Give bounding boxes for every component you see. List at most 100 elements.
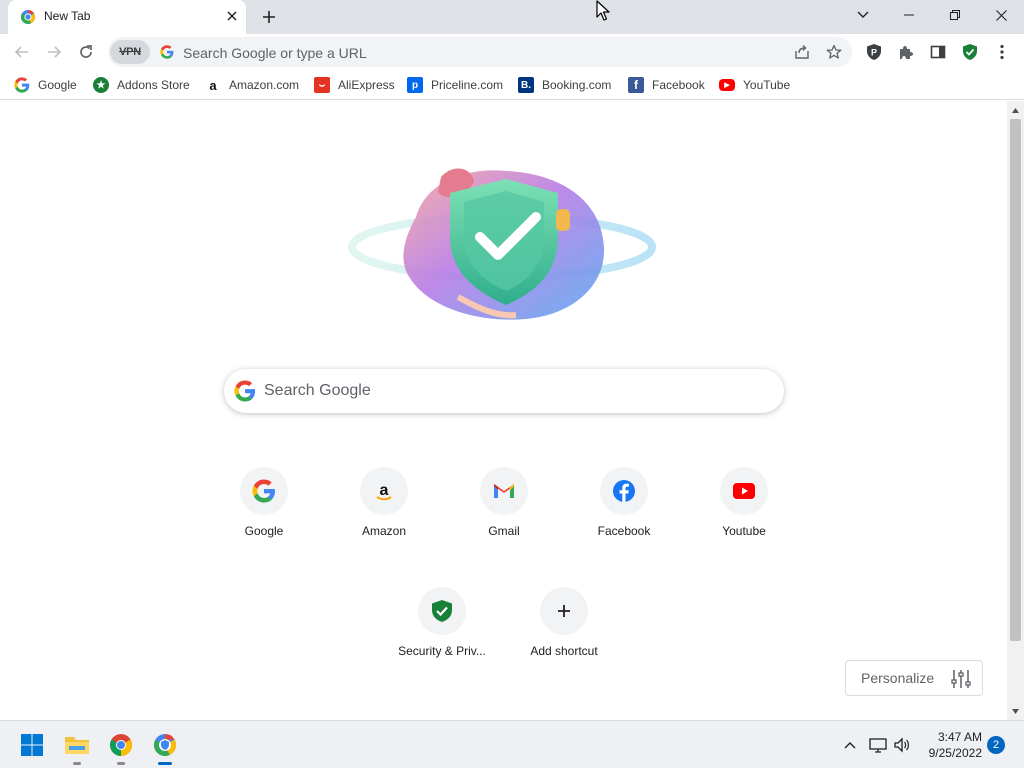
- bookmark-addons-store[interactable]: ★ Addons Store: [93, 76, 190, 94]
- shield-p-icon: P: [867, 44, 881, 60]
- youtube-icon: [733, 483, 755, 499]
- shortcut-label: Gmail: [488, 524, 520, 538]
- aliexpress-icon: ⌣: [314, 77, 330, 93]
- tab-title: New Tab: [44, 9, 91, 23]
- bookmark-booking[interactable]: B. Booking.com: [518, 76, 611, 94]
- bookmark-label: YouTube: [743, 78, 791, 92]
- shortcut-facebook[interactable]: Facebook: [568, 467, 680, 567]
- google-icon: [234, 380, 256, 402]
- bookmark-label: Priceline.com: [431, 78, 504, 92]
- new-tab-button[interactable]: [256, 5, 282, 29]
- forward-icon: [48, 46, 62, 58]
- shortcut-amazon[interactable]: a Amazon: [328, 467, 440, 567]
- amazon-icon: a: [376, 482, 392, 501]
- scroll-down-arrow-icon[interactable]: [1007, 704, 1024, 718]
- chrome-icon[interactable]: [105, 729, 137, 765]
- priceline-icon: p: [407, 77, 423, 93]
- file-explorer-icon[interactable]: [61, 729, 93, 765]
- bookmark-label: Facebook: [652, 78, 705, 92]
- bookmarks-bar: Google ★ Addons Store a Amazon.com ⌣ Ali…: [0, 70, 1024, 100]
- clock-date: 9/25/2022: [928, 746, 982, 760]
- vpn-label: VPN: [119, 46, 141, 58]
- close-icon[interactable]: [222, 6, 242, 26]
- volume-icon[interactable]: [892, 735, 912, 755]
- system-clock[interactable]: 3:47 AM 9/25/2022: [916, 729, 982, 761]
- close-window-button[interactable]: [978, 0, 1024, 30]
- scroll-up-arrow-icon[interactable]: [1007, 103, 1024, 117]
- mouse-cursor-icon: [596, 0, 610, 21]
- shortcut-security-privacy[interactable]: Security & Priv...: [386, 587, 498, 687]
- active-indicator: [158, 762, 172, 765]
- tab-strip: New Tab: [0, 0, 1024, 34]
- minimize-icon: [904, 14, 914, 16]
- notification-badge[interactable]: 2: [987, 736, 1005, 754]
- scrollbar[interactable]: [1007, 101, 1024, 720]
- shortcut-label: Facebook: [597, 524, 651, 538]
- shortcut-gmail[interactable]: Gmail: [448, 467, 560, 567]
- security-shield-icon: [963, 44, 977, 60]
- booking-icon: B.: [518, 77, 534, 93]
- shield-p-extension[interactable]: P: [860, 38, 888, 66]
- chevron-up-icon[interactable]: [840, 735, 860, 755]
- clock-time: 3:47 AM: [937, 730, 982, 744]
- windows-start-icon[interactable]: [16, 729, 48, 761]
- facebook-icon: f: [628, 77, 644, 93]
- menu-button[interactable]: [988, 38, 1016, 66]
- search-box[interactable]: Search Google: [224, 369, 784, 413]
- shortcut-icon-wrap: [720, 467, 768, 515]
- running-indicator: [73, 762, 81, 765]
- omnibox-placeholder: Search Google or type a URL: [183, 45, 367, 61]
- add-shortcut-button[interactable]: Add shortcut: [508, 587, 620, 687]
- shortcut-label: Youtube: [722, 524, 766, 538]
- extensions-button[interactable]: [892, 38, 920, 66]
- restore-icon: [950, 10, 960, 20]
- minimize-button[interactable]: [886, 0, 932, 30]
- star-icon[interactable]: [824, 42, 844, 62]
- network-icon[interactable]: [868, 735, 888, 755]
- bookmark-label: AliExpress: [338, 78, 395, 92]
- shortcut-label: Amazon: [361, 524, 407, 538]
- forward-button[interactable]: [40, 38, 68, 66]
- scroll-thumb[interactable]: [1010, 119, 1021, 641]
- restore-button[interactable]: [932, 0, 978, 30]
- personalize-button[interactable]: Personalize: [845, 660, 983, 696]
- search-placeholder: Search Google: [264, 382, 371, 399]
- back-icon: [14, 46, 28, 58]
- svg-text:a: a: [380, 482, 389, 499]
- browser-icon[interactable]: [149, 729, 181, 765]
- bookmark-aliexpress[interactable]: ⌣ AliExpress: [314, 76, 395, 94]
- bookmark-priceline[interactable]: p Priceline.com: [407, 76, 503, 94]
- tab-new-tab[interactable]: New Tab: [8, 0, 246, 34]
- omnibox[interactable]: VPN Search Google or type a URL: [108, 37, 852, 67]
- side-panel-button[interactable]: [924, 38, 952, 66]
- plus-icon: [263, 11, 275, 23]
- bookmark-facebook[interactable]: f Facebook: [628, 76, 705, 94]
- personalize-label: Personalize: [861, 670, 935, 686]
- vpn-button[interactable]: VPN: [110, 40, 150, 64]
- shortcut-youtube[interactable]: Youtube: [688, 467, 800, 567]
- security-shield-icon: [432, 600, 452, 622]
- bookmark-label: Addons Store: [117, 78, 190, 92]
- share-icon[interactable]: [792, 42, 812, 62]
- youtube-icon: ▶: [719, 79, 735, 91]
- shortcut-icon-wrap: a: [360, 467, 408, 515]
- shortcut-google[interactable]: Google: [208, 467, 320, 567]
- facebook-icon: [613, 480, 635, 502]
- sliders-icon: [951, 670, 971, 688]
- gmail-icon: [494, 484, 514, 498]
- taskbar: 3:47 AM 9/25/2022 2: [0, 720, 1024, 768]
- running-indicator: [117, 762, 125, 765]
- bookmark-google[interactable]: Google: [14, 76, 77, 94]
- bookmark-label: Amazon.com: [229, 78, 300, 92]
- security-illustration: [348, 168, 656, 320]
- security-extension[interactable]: [956, 38, 984, 66]
- side-panel-icon: [930, 45, 946, 59]
- reload-button[interactable]: [72, 38, 100, 66]
- close-icon: [995, 9, 1007, 21]
- toolbar: VPN Search Google or type a URL P: [0, 34, 1024, 70]
- bookmark-amazon[interactable]: a Amazon.com: [205, 76, 299, 94]
- back-button[interactable]: [8, 38, 36, 66]
- tab-search-button[interactable]: [840, 0, 886, 30]
- bookmark-youtube[interactable]: ▶ YouTube: [719, 76, 790, 94]
- google-icon: [252, 479, 275, 503]
